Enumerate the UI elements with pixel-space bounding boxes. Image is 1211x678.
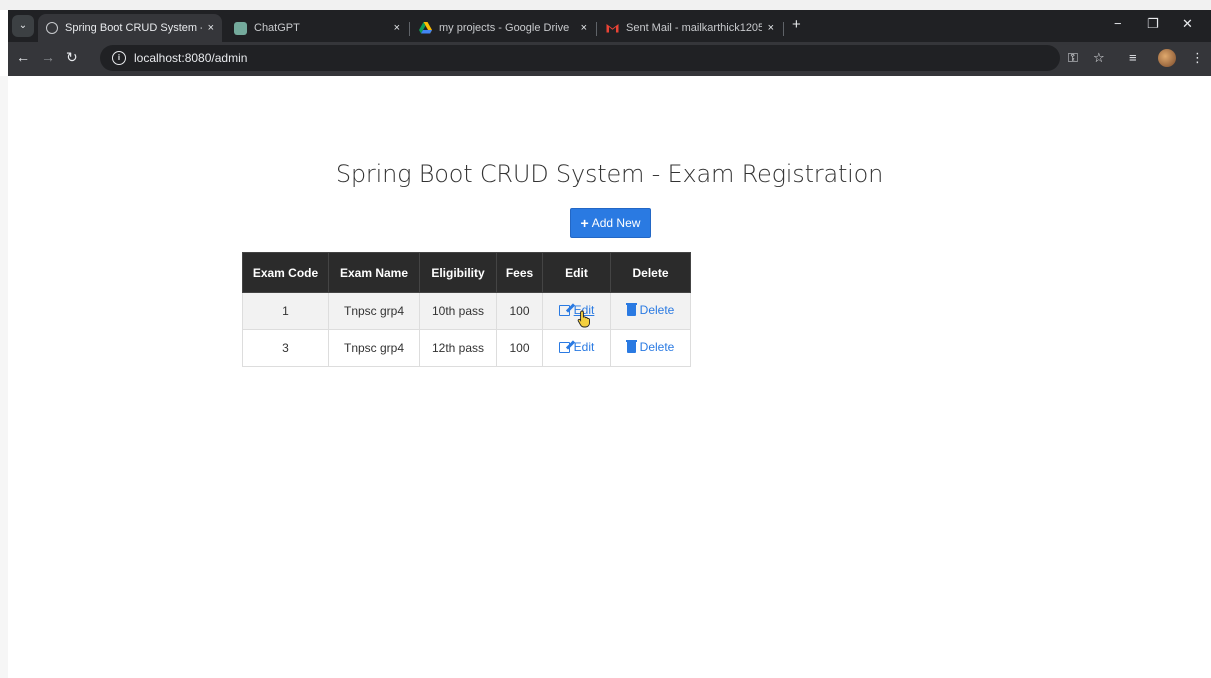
gmail-icon — [606, 22, 619, 35]
tab-close-icon[interactable]: × — [581, 22, 587, 34]
tab-close-icon[interactable]: × — [768, 22, 774, 34]
table-row: 3 Tnpsc grp4 12th pass 100 Edit Delete — [242, 329, 691, 367]
chatgpt-icon — [234, 21, 247, 35]
tab-bar: ⌄ Spring Boot CRUD System - Exa × ChatGP… — [8, 10, 1211, 42]
header-exam-name: Exam Name — [328, 252, 420, 293]
delete-link[interactable]: Delete — [625, 302, 675, 318]
forward-arrow-icon[interactable]: → — [41, 49, 55, 65]
tab-separator — [783, 22, 784, 36]
info-icon[interactable]: i — [112, 51, 126, 65]
edit-label: Edit — [573, 340, 595, 355]
tab-search-button[interactable]: ⌄ — [12, 15, 34, 37]
trash-icon — [625, 339, 637, 353]
cell-eligibility: 10th pass — [419, 292, 497, 330]
close-window-icon[interactable]: ✕ — [1182, 16, 1193, 32]
left-edge — [0, 76, 8, 678]
delete-label: Delete — [639, 303, 675, 318]
header-edit: Edit — [542, 252, 611, 293]
cell-exam-name: Tnpsc grp4 — [328, 329, 420, 367]
minimize-icon[interactable]: − — [1114, 16, 1122, 31]
tab-chatgpt[interactable]: ChatGPT × — [226, 14, 408, 42]
add-new-label: Add New — [591, 216, 641, 230]
table-header-row: Exam Code Exam Name Eligibility Fees Edi… — [242, 252, 691, 293]
header-eligibility: Eligibility — [419, 252, 497, 293]
url-text: localhost:8080/admin — [134, 51, 248, 65]
menu-dots-icon[interactable]: ⋮ — [1191, 50, 1204, 66]
tab-separator — [409, 22, 410, 36]
edit-link[interactable]: Edit — [558, 340, 595, 355]
tab-close-icon[interactable]: × — [394, 22, 400, 34]
cell-eligibility: 12th pass — [419, 329, 497, 367]
cell-exam-code: 3 — [242, 329, 329, 367]
browser-toolbar: ← → ↻ i localhost:8080/admin ⚿ ☆ ≡ ⋮ — [8, 42, 1211, 76]
cell-fees: 100 — [496, 292, 543, 330]
plus-icon: + — [580, 215, 589, 231]
delete-link[interactable]: Delete — [625, 339, 675, 355]
tab-google-drive[interactable]: my projects - Google Drive × — [411, 14, 595, 42]
header-exam-code: Exam Code — [242, 252, 329, 293]
hand-cursor-icon — [577, 310, 590, 328]
edit-icon — [558, 341, 570, 353]
browser-chrome: ⌄ Spring Boot CRUD System - Exa × ChatGP… — [8, 10, 1211, 76]
tab-title: Spring Boot CRUD System - Exa — [65, 22, 202, 34]
table-row: 1 Tnpsc grp4 10th pass 100 Edit Delete — [242, 292, 691, 330]
page-title: Spring Boot CRUD System - Exam Registrat… — [335, 160, 884, 188]
header-delete: Delete — [610, 252, 691, 293]
new-tab-button[interactable]: + — [792, 16, 801, 33]
chevron-down-icon: ⌄ — [18, 20, 28, 31]
tab-separator — [596, 22, 597, 36]
edit-icon — [558, 304, 570, 316]
star-icon[interactable]: ☆ — [1093, 50, 1105, 66]
reload-icon[interactable]: ↻ — [66, 49, 78, 66]
reading-list-icon[interactable]: ≡ — [1129, 50, 1137, 65]
web-page: Spring Boot CRUD System - Exam Registrat… — [8, 76, 1211, 678]
screen-top-strip — [0, 0, 1211, 10]
address-bar[interactable]: i localhost:8080/admin — [100, 45, 1060, 71]
add-new-button[interactable]: + Add New — [570, 208, 651, 238]
tab-title: Sent Mail - mailkarthick1205@ — [626, 22, 762, 34]
cell-exam-name: Tnpsc grp4 — [328, 292, 420, 330]
cell-edit: Edit — [542, 329, 611, 367]
back-arrow-icon[interactable]: ← — [16, 49, 30, 65]
cell-delete: Delete — [610, 329, 691, 367]
trash-icon — [625, 302, 637, 316]
tab-close-icon[interactable]: × — [208, 22, 214, 34]
tab-gmail[interactable]: Sent Mail - mailkarthick1205@ × — [598, 14, 782, 42]
restore-icon[interactable]: ❐ — [1147, 16, 1159, 32]
tab-title: my projects - Google Drive — [439, 22, 570, 34]
cell-fees: 100 — [496, 329, 543, 367]
google-drive-icon — [419, 22, 432, 35]
profile-avatar[interactable] — [1158, 49, 1176, 67]
cell-exam-code: 1 — [242, 292, 329, 330]
exam-table: Exam Code Exam Name Eligibility Fees Edi… — [242, 252, 691, 367]
delete-label: Delete — [639, 340, 675, 355]
tab-title: ChatGPT — [254, 22, 300, 34]
tab-spring-boot[interactable]: Spring Boot CRUD System - Exa × — [38, 14, 222, 42]
header-fees: Fees — [496, 252, 543, 293]
globe-icon — [46, 22, 58, 34]
key-icon[interactable]: ⚿ — [1068, 50, 1078, 66]
cell-delete: Delete — [610, 292, 691, 330]
